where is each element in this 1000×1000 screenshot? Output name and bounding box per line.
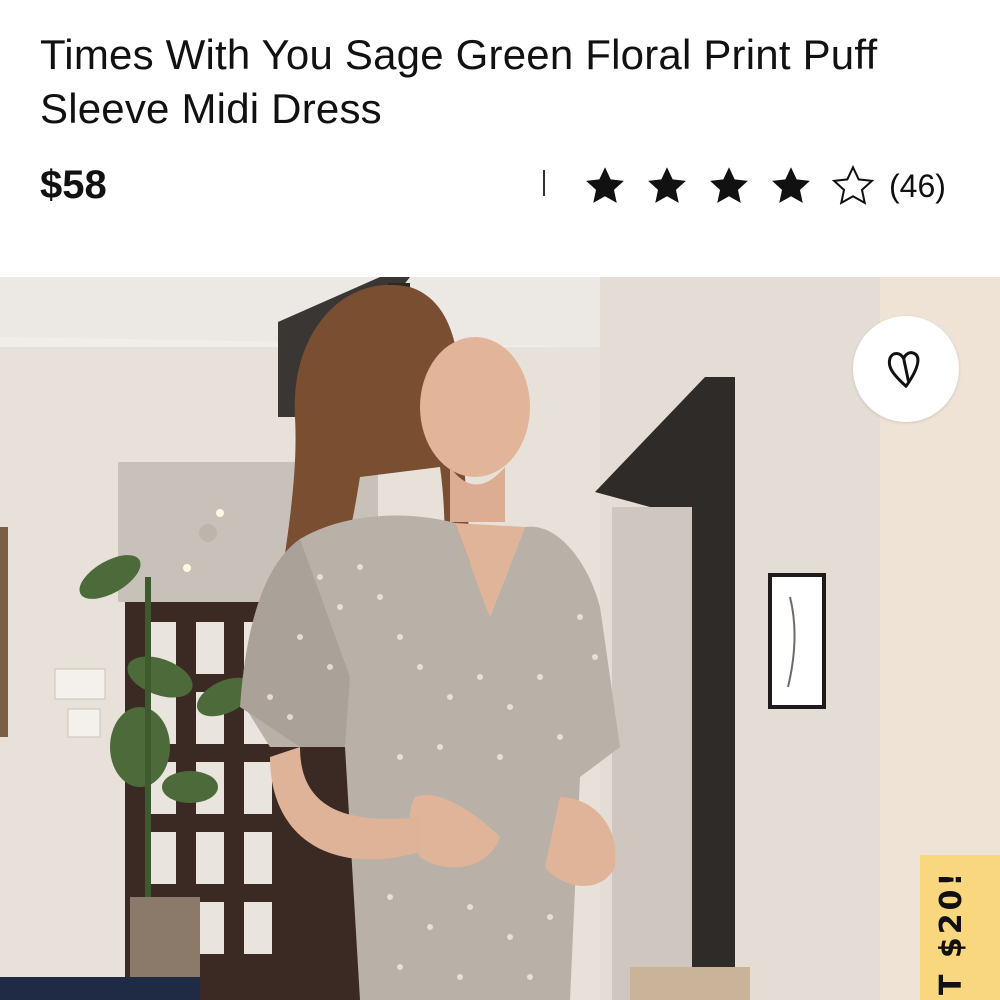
product-title: Times With You Sage Green Floral Print P…	[40, 31, 878, 132]
star-empty-icon	[831, 164, 875, 205]
star-filled-icon	[772, 167, 810, 203]
product-image[interactable]: T $20!	[0, 277, 1000, 1000]
star-filled-icon	[648, 167, 686, 203]
product-photo-illustration	[0, 277, 1000, 1000]
favorite-button[interactable]	[853, 316, 959, 422]
heart-icon	[887, 351, 920, 388]
product-price: $58	[40, 163, 107, 207]
rating-count[interactable]: (46)	[889, 168, 946, 205]
star-filled-icon	[710, 167, 748, 203]
promo-tab[interactable]: T $20!	[920, 855, 1000, 1000]
price-rating-divider	[543, 170, 545, 196]
rating-stars[interactable]: (46)	[583, 160, 946, 212]
promo-tab-label: T $20!	[934, 869, 969, 995]
star-filled-icon	[586, 167, 624, 203]
